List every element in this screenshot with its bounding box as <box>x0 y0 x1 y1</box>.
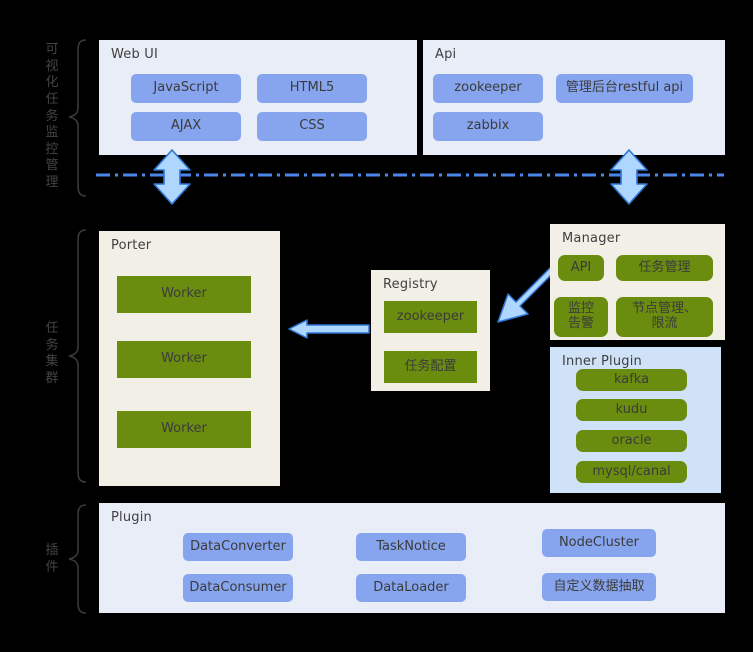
plugin-brace-shape <box>68 504 87 614</box>
chip-dataconsumer[interactable]: DataConsumer <box>183 574 293 602</box>
panel-title-manager: Manager <box>562 231 621 246</box>
panel-title-porter: Porter <box>111 238 152 253</box>
chip-kafka[interactable]: kafka <box>576 369 687 391</box>
chip-worker-1[interactable]: Worker <box>117 276 251 313</box>
chip-manager-node-management[interactable]: 节点管理、 限流 <box>616 297 713 337</box>
web-ui-vertical-double-arrow <box>153 149 191 205</box>
brace-label-plugin: 插件 <box>45 543 59 575</box>
brace-label-task-cluster: 任务集群 <box>45 321 59 386</box>
chip-dataloader[interactable]: DataLoader <box>356 574 466 602</box>
registry-to-porter-arrow <box>288 319 370 339</box>
brace-label-visualization: 可视化任务监控管理 <box>45 42 59 190</box>
chip-manager-api[interactable]: API <box>558 255 604 281</box>
chip-worker-3[interactable]: Worker <box>117 411 251 448</box>
chip-tasknotice[interactable]: TaskNotice <box>356 533 466 561</box>
panel-title-web-ui: Web UI <box>111 47 159 62</box>
chip-mysql-canal[interactable]: mysql/canal <box>576 461 687 483</box>
chip-registry-zookeeper[interactable]: zookeeper <box>384 301 477 333</box>
chip-dataconverter[interactable]: DataConverter <box>183 533 293 561</box>
chip-ajax[interactable]: AJAX <box>131 112 241 141</box>
chip-nodecluster[interactable]: NodeCluster <box>542 529 656 557</box>
chip-oracle[interactable]: oracle <box>576 430 687 452</box>
chip-api-zookeeper[interactable]: zookeeper <box>433 74 543 103</box>
chip-api-restful[interactable]: 管理后台restful api <box>556 74 693 103</box>
chip-manager-task-management[interactable]: 任务管理 <box>616 255 713 281</box>
chip-css[interactable]: CSS <box>257 112 367 141</box>
chip-kudu[interactable]: kudu <box>576 399 687 421</box>
chip-custom-data-extract[interactable]: 自定义数据抽取 <box>542 573 656 601</box>
architecture-diagram: 可视化任务监控管理 任务集群 插件 Web UI JavaScript HTML… <box>0 0 753 652</box>
api-vertical-double-arrow <box>610 149 648 205</box>
task-cluster-brace-shape <box>68 229 87 483</box>
chip-html5[interactable]: HTML5 <box>257 74 367 103</box>
panel-title-inner-plugin: Inner Plugin <box>562 354 642 369</box>
visualization-brace-shape <box>68 39 87 197</box>
panel-title-api: Api <box>435 47 457 62</box>
panel-title-plugin: Plugin <box>111 510 152 525</box>
chip-javascript[interactable]: JavaScript <box>131 74 241 103</box>
chip-manager-monitor-alarm[interactable]: 监控 告警 <box>554 297 608 337</box>
chip-registry-task-config[interactable]: 任务配置 <box>384 351 477 383</box>
chip-api-zabbix[interactable]: zabbix <box>433 112 543 141</box>
panel-title-registry: Registry <box>383 277 438 292</box>
chip-worker-2[interactable]: Worker <box>117 341 251 378</box>
